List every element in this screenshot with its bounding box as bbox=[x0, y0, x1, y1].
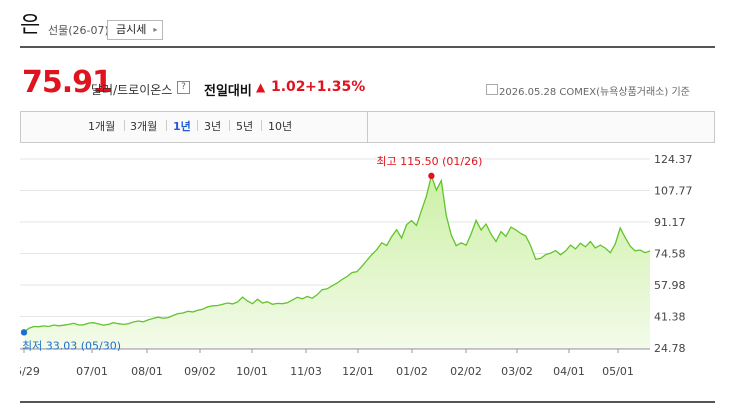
change-value: 1.02 bbox=[271, 79, 306, 95]
x-tick-label: 02/02 bbox=[450, 365, 482, 378]
y-tick-label: 24.78 bbox=[654, 342, 686, 355]
quote-date: 2026.05.28 COMEX(뉴욕상품거래소) 기준 bbox=[499, 87, 690, 98]
tab-divider bbox=[197, 120, 198, 131]
x-tick-label: 12/01 bbox=[342, 365, 374, 378]
up-triangle-icon: ▲ bbox=[256, 80, 266, 94]
tab-divider bbox=[261, 120, 262, 131]
x-tick-label: 10/01 bbox=[236, 365, 268, 378]
top-divider bbox=[20, 46, 715, 48]
price-chart[interactable]: 124.37 107.77 91.17 74.58 57.98 41.38 24.78 05/… bbox=[20, 150, 720, 385]
x-tick-label: 08/01 bbox=[131, 365, 163, 378]
y-tick-label: 41.38 bbox=[654, 311, 686, 324]
tab-divider bbox=[229, 120, 230, 131]
price-area bbox=[24, 175, 650, 348]
price-unit: 달러/트로이온스 bbox=[91, 83, 173, 97]
min-marker bbox=[20, 329, 28, 336]
min-label: 최저 33.03 (05/30) bbox=[22, 339, 121, 352]
max-label: 최고 115.50 (01/26) bbox=[376, 155, 482, 168]
bottom-divider bbox=[20, 401, 715, 403]
calendar-icon bbox=[486, 84, 498, 95]
page-title: 은 bbox=[20, 13, 41, 38]
gold-price-label: 금시세 bbox=[116, 23, 147, 36]
x-tick-label: 01/02 bbox=[396, 365, 428, 378]
x-tick-label: 05/29 bbox=[20, 365, 40, 378]
y-tick-label: 91.17 bbox=[654, 216, 686, 229]
help-icon[interactable]: ? bbox=[177, 81, 190, 94]
tab-bar-divider bbox=[367, 112, 368, 142]
contract-subtitle: 선물(26-07) bbox=[48, 24, 109, 37]
tab-3month[interactable]: 3개월 bbox=[130, 118, 157, 134]
y-tick-label: 74.58 bbox=[654, 248, 686, 261]
y-tick-label: 57.98 bbox=[654, 279, 686, 292]
tab-10year[interactable]: 10년 bbox=[268, 118, 292, 134]
y-tick-label: 124.37 bbox=[654, 153, 693, 166]
y-tick-label: 107.77 bbox=[654, 185, 693, 198]
change-percent: +1.35% bbox=[305, 79, 366, 95]
x-tick-label: 09/02 bbox=[184, 365, 216, 378]
x-tick-label: 07/01 bbox=[76, 365, 108, 378]
chevron-right-icon: ▸ bbox=[153, 25, 158, 34]
x-tick-label: 03/02 bbox=[501, 365, 533, 378]
tab-divider bbox=[124, 120, 125, 131]
tab-5year[interactable]: 5년 bbox=[236, 118, 253, 134]
tab-divider bbox=[166, 120, 167, 131]
x-tick-label: 11/03 bbox=[290, 365, 322, 378]
max-marker bbox=[428, 172, 435, 180]
tab-1year[interactable]: 1년 bbox=[173, 118, 191, 134]
x-tick-label: 05/01 bbox=[602, 365, 634, 378]
x-tick-label: 04/01 bbox=[553, 365, 585, 378]
tab-3year[interactable]: 3년 bbox=[204, 118, 221, 134]
change-label: 전일대비 bbox=[204, 84, 252, 99]
tab-1month[interactable]: 1개월 bbox=[88, 118, 115, 134]
gold-price-button[interactable]: 금시세 ▸ bbox=[107, 20, 164, 40]
